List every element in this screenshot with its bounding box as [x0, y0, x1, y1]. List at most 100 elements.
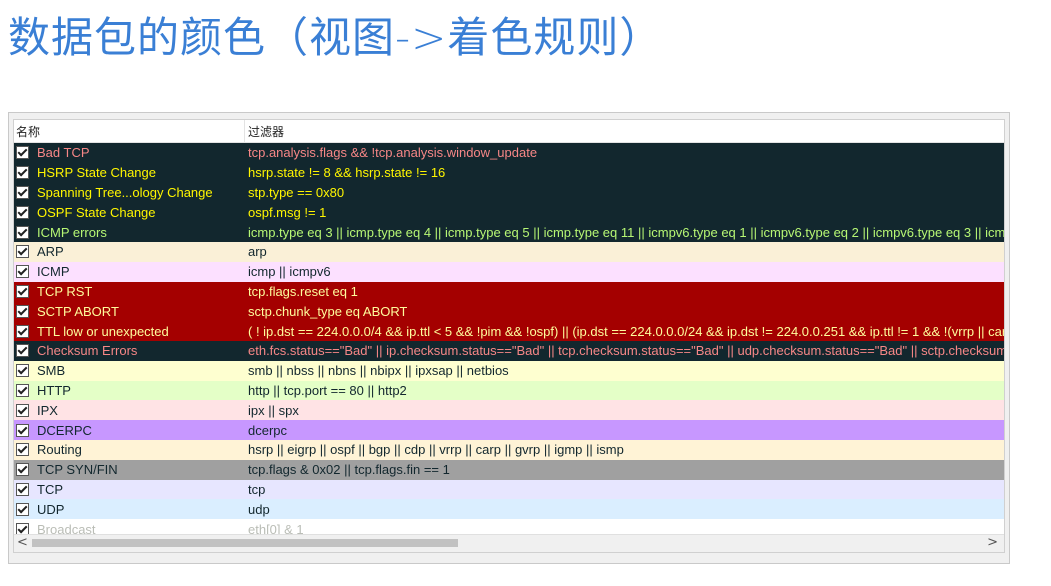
rule-name-cell: Spanning Tree...ology Change: [14, 185, 245, 200]
rule-enabled-checkbox[interactable]: [16, 364, 29, 378]
rule-name: Spanning Tree...ology Change: [37, 184, 213, 200]
rule-row[interactable]: ICMP icmp || icmpv6: [14, 261, 1004, 282]
rule-name-cell: UDP: [14, 502, 245, 517]
rule-name-cell: TTL low or unexpected: [14, 324, 245, 339]
rule-row[interactable]: UDP udp: [14, 499, 1004, 520]
rule-enabled-checkbox[interactable]: [16, 403, 29, 417]
rule-name: Bad TCP: [37, 145, 90, 161]
rule-enabled-checkbox[interactable]: [16, 225, 29, 239]
rule-name: Routing: [37, 442, 82, 458]
rule-name: TCP: [37, 481, 63, 497]
rule-name: SMB: [37, 363, 66, 379]
list-header: 名称 过滤器: [14, 120, 1004, 143]
rule-name: IPX: [37, 402, 58, 418]
rule-filter: ospf.msg != 1: [248, 204, 327, 220]
rule-name-cell: SCTP ABORT: [14, 304, 245, 319]
rule-enabled-checkbox[interactable]: [16, 502, 29, 516]
rule-filter: http || tcp.port == 80 || http2: [248, 382, 407, 398]
rule-name-cell: Routing: [14, 442, 245, 457]
rule-name: UDP: [37, 501, 65, 517]
scroll-left-icon[interactable]: <: [17, 535, 28, 550]
rule-row[interactable]: DCERPC dcerpc: [14, 420, 1004, 440]
scrollbar-thumb[interactable]: [32, 539, 458, 547]
rule-name-cell: Bad TCP: [14, 145, 245, 160]
rule-name: Checksum Errors: [37, 343, 138, 359]
rule-name-cell: IPX: [14, 403, 245, 418]
rule-enabled-checkbox[interactable]: [16, 463, 29, 477]
rule-filter: dcerpc: [248, 422, 288, 438]
rule-name-cell: ARP: [14, 244, 245, 259]
rule-name-cell: Checksum Errors: [14, 343, 245, 358]
rule-filter: hsrp || eigrp || ospf || bgp || cdp || v…: [248, 442, 624, 458]
rule-name-cell: ICMP: [14, 264, 245, 279]
rule-enabled-checkbox[interactable]: [16, 185, 29, 199]
rule-filter: tcp.flags & 0x02 || tcp.flags.fin == 1: [248, 462, 450, 478]
rules-rows: Bad TCP tcp.analysis.flags && !tcp.analys…: [14, 143, 1004, 539]
horizontal-scrollbar[interactable]: < >: [14, 534, 1004, 552]
rule-filter: tcp.analysis.flags && !tcp.analysis.wind…: [248, 145, 538, 161]
rule-row[interactable]: OSPF State Change ospf.msg != 1: [14, 202, 1004, 223]
rule-filter: icmp.type eq 3 || icmp.type eq 4 || icmp…: [248, 224, 1004, 240]
rule-name-cell: OSPF State Change: [14, 205, 245, 220]
rule-filter: smb || nbss || nbns || nbipx || ipxsap |…: [248, 363, 509, 379]
column-header-filter[interactable]: 过滤器: [245, 120, 284, 142]
rule-filter: tcp: [248, 481, 266, 497]
rule-row[interactable]: Checksum Errors eth.fcs.status=="Bad" || …: [14, 340, 1004, 361]
rule-filter: udp: [248, 501, 270, 517]
rule-name-cell: ICMP errors: [14, 225, 245, 240]
rule-filter: hsrp.state != 8 && hsrp.state != 16: [248, 165, 446, 181]
rule-name: TCP SYN/FIN: [37, 462, 118, 478]
rule-name: ARP: [37, 244, 64, 260]
rule-name-cell: HSRP State Change: [14, 165, 245, 180]
column-header-name[interactable]: 名称: [14, 120, 245, 142]
rule-enabled-checkbox[interactable]: [16, 146, 29, 160]
rule-row[interactable]: SCTP ABORT sctp.chunk_type eq ABORT: [14, 301, 1004, 322]
rule-enabled-checkbox[interactable]: [16, 284, 29, 298]
rule-name: TCP RST: [37, 283, 93, 299]
rule-row[interactable]: TCP RST tcp.flags.reset eq 1: [14, 281, 1004, 302]
rule-name: ICMP errors: [37, 224, 107, 240]
rule-enabled-checkbox[interactable]: [16, 166, 29, 180]
rule-enabled-checkbox[interactable]: [16, 324, 29, 338]
rule-row[interactable]: Bad TCP tcp.analysis.flags && !tcp.analys…: [14, 143, 1004, 163]
rule-row[interactable]: TCP tcp: [14, 479, 1004, 500]
rule-row[interactable]: SMB smb || nbss || nbns || nbipx || ipxsa…: [14, 360, 1004, 381]
rule-row[interactable]: ICMP errors icmp.type eq 3 || icmp.type e…: [14, 222, 1004, 242]
rule-row[interactable]: Spanning Tree...ology Change stp.type == …: [14, 182, 1004, 203]
rule-enabled-checkbox[interactable]: [16, 482, 29, 496]
rule-row[interactable]: Routing hsrp || eigrp || ospf || bgp || c…: [14, 439, 1004, 460]
coloring-rules-dialog: 名称 过滤器 Bad TCP tcp.analysis.flags && !tcp…: [8, 112, 1010, 564]
rule-name: HTTP: [37, 382, 71, 398]
rule-name-cell: TCP: [14, 482, 245, 497]
rule-filter: eth.fcs.status=="Bad" || ip.checksum.sta…: [248, 343, 1004, 359]
rule-row[interactable]: ARP arp: [14, 241, 1004, 262]
rule-filter: ( ! ip.dst == 224.0.0.0/4 && ip.ttl < 5 …: [248, 323, 1004, 339]
rule-name: DCERPC: [37, 422, 92, 438]
rule-name: HSRP State Change: [37, 165, 156, 181]
rule-enabled-checkbox[interactable]: [16, 205, 29, 219]
rule-name: TTL low or unexpected: [37, 323, 169, 339]
rule-filter: sctp.chunk_type eq ABORT: [248, 303, 408, 319]
rule-enabled-checkbox[interactable]: [16, 245, 29, 259]
rule-row[interactable]: HTTP http || tcp.port == 80 || http2: [14, 380, 1004, 401]
rule-name: ICMP: [37, 264, 70, 280]
rule-filter: arp: [248, 244, 267, 260]
rule-name-cell: TCP SYN/FIN: [14, 462, 245, 477]
rule-enabled-checkbox[interactable]: [16, 443, 29, 457]
rule-filter: icmp || icmpv6: [248, 264, 331, 280]
rule-enabled-checkbox[interactable]: [16, 265, 29, 279]
scroll-right-icon[interactable]: >: [987, 535, 998, 550]
rule-row[interactable]: IPX ipx || spx: [14, 400, 1004, 421]
rule-name-cell: HTTP: [14, 383, 245, 398]
rule-row[interactable]: HSRP State Change hsrp.state != 8 && hsrp…: [14, 162, 1004, 183]
rule-name-cell: DCERPC: [14, 423, 245, 438]
rule-row[interactable]: TCP SYN/FIN tcp.flags & 0x02 || tcp.flags…: [14, 459, 1004, 480]
rule-name-cell: SMB: [14, 363, 245, 378]
rule-enabled-checkbox[interactable]: [16, 344, 29, 358]
rule-name: OSPF State Change: [37, 204, 156, 220]
rule-enabled-checkbox[interactable]: [16, 383, 29, 397]
rule-name-cell: TCP RST: [14, 284, 245, 299]
rule-row[interactable]: TTL low or unexpected ( ! ip.dst == 224.0…: [14, 321, 1004, 341]
rule-enabled-checkbox[interactable]: [16, 304, 29, 318]
rule-enabled-checkbox[interactable]: [16, 423, 29, 437]
